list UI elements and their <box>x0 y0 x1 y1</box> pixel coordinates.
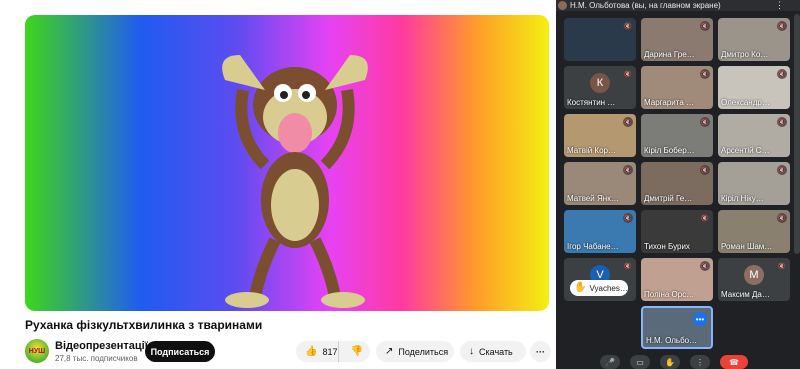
youtube-page: Руханка фізкультхвилинка з тваринами НУШ… <box>0 0 556 369</box>
mic-off-icon: 🔇 <box>700 117 710 127</box>
participant-name: Матвій Кор… <box>567 146 616 155</box>
thumbs-down-icon: 👎 <box>350 345 364 357</box>
mic-off-icon: 🔇 <box>777 261 787 271</box>
subscriber-count: 27,8 тыс. подписчиков <box>55 354 138 363</box>
download-label: Скачать <box>479 346 513 357</box>
mic-off-icon: 🔇 <box>700 261 710 271</box>
participant-tile[interactable]: 🔇 Кірiл Бобер… <box>641 114 713 157</box>
mic-off-icon: 🔇 <box>623 69 633 79</box>
participant-name: Н.М. Ольбо… <box>646 336 698 345</box>
participant-name: Ігор Чабане… <box>567 242 619 251</box>
dislike-button[interactable]: 👎 <box>344 341 370 362</box>
meet-toolbar: 🎤 ▭ ✋ ⋮ ☎ <box>556 352 800 369</box>
end-call-button[interactable]: ☎ <box>720 355 748 369</box>
participant-name: Матвей Янк… <box>567 194 619 203</box>
raise-hand-button[interactable]: ✋ <box>660 355 680 369</box>
hand-icon: ✋ <box>574 282 587 293</box>
like-count: 817 <box>322 346 338 357</box>
camera-button[interactable]: ▭ <box>630 355 650 369</box>
share-button[interactable]: ↗ Поделиться <box>376 341 454 362</box>
mic-off-icon: 🔇 <box>623 261 633 271</box>
mic-off-icon: 🔇 <box>777 165 787 175</box>
participant-name: Олександр… <box>721 98 770 107</box>
participant-name: Дмитрій Ге… <box>644 194 693 203</box>
participant-name: Тихон Бурих <box>644 242 690 251</box>
meet-panel: Н.М. Ольботова (вы, на главном экране) ⋮… <box>556 0 800 369</box>
mic-off-icon: 🔇 <box>700 165 710 175</box>
video-player[interactable] <box>25 15 549 311</box>
participant-avatar: К <box>590 73 610 93</box>
participant-name: Максим Да… <box>721 290 770 299</box>
participant-avatar: М <box>744 265 764 285</box>
participant-name: Арсентій С… <box>721 146 770 155</box>
participant-tile[interactable]: 🔇 <box>564 18 636 61</box>
channel-avatar[interactable]: НУШ <box>25 339 49 363</box>
participant-tile[interactable]: 🔇 Ігор Чабане… <box>564 210 636 253</box>
presenter-menu-icon[interactable]: ⋮ <box>775 0 784 11</box>
participant-tile[interactable]: 🔇 Роман Шам… <box>718 210 790 253</box>
monkey-animation <box>222 55 368 308</box>
participant-tile[interactable]: 🔇 Поліна Орс… <box>641 258 713 301</box>
participant-name: Кірiл Бобер… <box>644 146 695 155</box>
participant-tile[interactable]: 🔇 Маргарита … <box>641 66 713 109</box>
participant-tile[interactable]: 🔇 Кірiл Ніку… <box>718 162 790 205</box>
participant-name: Поліна Орс… <box>644 290 695 299</box>
participant-tile[interactable]: К 🔇 Костянтин … <box>564 66 636 109</box>
channel-name[interactable]: Відеопрезентації <box>55 340 148 352</box>
participant-name: Дарина Гре… <box>644 50 695 59</box>
participant-name: Кірiл Ніку… <box>721 194 764 203</box>
mic-off-icon: 🔇 <box>777 21 787 31</box>
mic-off-icon: 🔇 <box>623 21 633 31</box>
mic-off-icon: 🔇 <box>623 165 633 175</box>
mic-off-icon: 🔇 <box>623 213 633 223</box>
mic-off-icon: 🔇 <box>623 117 633 127</box>
more-actions-button[interactable]: ··· <box>530 341 551 362</box>
participant-tile[interactable]: М 🔇 Максим Да… <box>718 258 790 301</box>
subscribe-button[interactable]: Подписаться <box>145 341 215 362</box>
presenter-avatar <box>558 1 567 10</box>
participant-chip[interactable]: ✋ Vyaches… <box>570 280 628 296</box>
participant-tile[interactable]: 🔇 Тихон Бурих <box>641 210 713 253</box>
like-button[interactable]: 👍 817 <box>296 341 339 362</box>
participant-tile[interactable]: ••• Н.М. Ольбо… <box>641 306 713 349</box>
participant-tile[interactable]: 🔇 Олександр… <box>718 66 790 109</box>
mic-button[interactable]: 🎤 <box>600 355 620 369</box>
scrollbar[interactable] <box>794 14 800 254</box>
mic-off-icon: 🔇 <box>777 213 787 223</box>
participant-name: Дмитро Ко… <box>721 50 769 59</box>
channel-logo-text: НУШ <box>28 347 46 355</box>
download-icon: ↓ <box>469 345 474 357</box>
mic-off-icon: 🔇 <box>700 21 710 31</box>
participant-name: Маргарита … <box>644 98 695 107</box>
participant-tile[interactable]: 🔇 Дарина Гре… <box>641 18 713 61</box>
mic-off-icon: 🔇 <box>777 69 787 79</box>
participant-tile[interactable]: 🔇 Дмитрій Ге… <box>641 162 713 205</box>
participant-name: Роман Шам… <box>721 242 773 251</box>
participant-name: Костянтин … <box>567 98 616 107</box>
share-label: Поделиться <box>398 346 449 357</box>
video-title: Руханка фізкультхвилинка з тваринами <box>25 318 263 332</box>
participant-tile[interactable]: 🔇 Арсентій С… <box>718 114 790 157</box>
participant-tile[interactable]: 🔇 Матвій Кор… <box>564 114 636 157</box>
presenter-label: Н.М. Ольботова (вы, на главном экране) <box>570 1 721 10</box>
presenter-bar: Н.М. Ольботова (вы, на главном экране) ⋮ <box>556 0 800 11</box>
mic-off-icon: 🔇 <box>700 69 710 79</box>
mic-off-icon: 🔇 <box>777 117 787 127</box>
share-icon: ↗ <box>385 345 394 357</box>
participant-tile[interactable]: 🔇 Дмитро Ко… <box>718 18 790 61</box>
mic-off-icon: 🔇 <box>700 213 710 223</box>
participant-chip-label: Vyaches… <box>589 283 628 293</box>
download-button[interactable]: ↓ Скачать <box>460 341 526 362</box>
participant-tile[interactable]: 🔇 Матвей Янк… <box>564 162 636 205</box>
more-options-button[interactable]: ⋮ <box>690 355 710 369</box>
like-dislike-group: 👍 817 👎 <box>296 341 370 362</box>
tile-options-icon[interactable]: ••• <box>693 312 707 326</box>
thumbs-up-icon: 👍 <box>305 345 318 357</box>
